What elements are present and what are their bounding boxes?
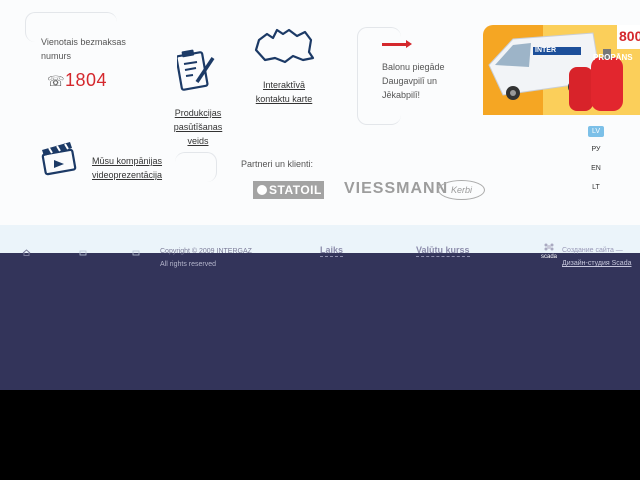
promo-banner[interactable]: INTER PROPĀNS 800 <box>483 25 640 115</box>
clipboard-icon[interactable] <box>175 48 217 99</box>
statoil-label: STATOIL <box>269 183 322 197</box>
site-credit-link[interactable]: Дизайн-студия Scada <box>562 257 632 270</box>
partner-logo-viessmann[interactable]: VIESSMANN <box>344 180 448 198</box>
lang-lt[interactable]: LT <box>588 184 604 191</box>
site-credit-line1: Создание сайта — <box>562 247 623 254</box>
partner-logo-kerbi[interactable]: Kerbi <box>438 180 485 200</box>
banner-tank-label: PROPĀNS <box>593 53 633 62</box>
partners-heading: Partneri un klienti: <box>241 159 314 169</box>
statoil-drop-icon <box>257 185 267 195</box>
contact-map-link[interactable]: Interaktīvā kontaktu karte <box>248 78 320 106</box>
order-method-link[interactable]: Produkcijas pasūtīšanas veids <box>168 106 228 148</box>
mail-icon[interactable] <box>79 243 88 256</box>
banner-number: 800 <box>619 28 640 44</box>
rights-line: All rights reserved <box>160 261 217 268</box>
sitemap-icon[interactable] <box>132 243 141 256</box>
footer-navy <box>0 253 640 390</box>
tab-weather[interactable]: Laiks <box>320 245 344 257</box>
phone-icon: ☏ <box>47 73 66 89</box>
latvia-map-icon[interactable] <box>253 26 315 71</box>
phone-number-value: 1804 <box>65 70 108 90</box>
phone-number: ☏1804 <box>47 70 107 91</box>
copyright: Copyright © 2009 INTERGAZ All rights res… <box>160 245 252 271</box>
lang-lv[interactable]: LV <box>588 126 604 137</box>
video-presentation-link[interactable]: Mūsu kompānijas videoprezentācija <box>92 154 172 182</box>
partner-logo-statoil[interactable]: STATOIL <box>253 181 324 199</box>
arrow-right-icon <box>382 40 412 48</box>
lang-en[interactable]: EN <box>588 165 604 172</box>
home-icon[interactable] <box>22 243 31 256</box>
scada-logo[interactable]: scada <box>538 242 560 260</box>
scada-logo-text: scada <box>540 254 557 260</box>
site-credit: Создание сайта — Дизайн-студия Scada <box>562 244 632 270</box>
lang-ru[interactable]: РУ <box>588 146 604 153</box>
clapperboard-icon[interactable] <box>40 138 80 183</box>
page-bottom <box>0 390 640 480</box>
tab-currency[interactable]: Valūtu kurss <box>416 245 470 257</box>
scada-flower-icon <box>544 243 554 251</box>
copyright-line: Copyright © 2009 INTERGAZ <box>160 248 252 255</box>
phone-label: Vienotais bezmaksas numurs <box>41 37 126 61</box>
delivery-note: Balonu piegāde Daugavpilī un Jēkabpilī! <box>382 62 445 100</box>
decorative-frame <box>175 152 217 182</box>
banner-brand: INTER <box>535 47 556 54</box>
